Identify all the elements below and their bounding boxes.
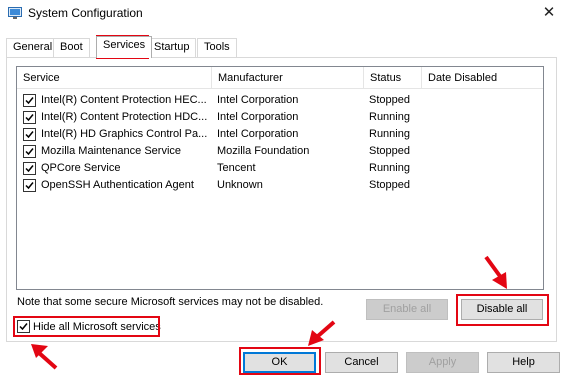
service-status: Running bbox=[369, 162, 410, 174]
service-name: Intel(R) HD Graphics Control Pa... bbox=[41, 128, 208, 140]
service-name: OpenSSH Authentication Agent bbox=[41, 179, 194, 191]
service-status: Running bbox=[369, 111, 410, 123]
service-manufacturer: Unknown bbox=[217, 179, 263, 191]
checkbox-checked-icon[interactable] bbox=[23, 162, 36, 175]
cancel-button[interactable]: Cancel bbox=[325, 352, 398, 373]
tab-services[interactable]: Services bbox=[96, 36, 153, 58]
checkbox-checked-icon[interactable] bbox=[23, 128, 36, 141]
ok-button[interactable]: OK bbox=[243, 352, 316, 373]
service-status: Stopped bbox=[369, 94, 410, 106]
service-name: Intel(R) Content Protection HEC... bbox=[41, 94, 207, 106]
checkbox-checked-icon[interactable] bbox=[23, 111, 36, 124]
table-row[interactable]: Mozilla Maintenance Service Mozilla Foun… bbox=[17, 143, 543, 160]
table-row[interactable]: Intel(R) HD Graphics Control Pa... Intel… bbox=[17, 126, 543, 143]
enable-all-button[interactable]: Enable all bbox=[366, 299, 448, 320]
tab-startup[interactable]: Startup bbox=[147, 38, 197, 57]
checkbox-checked-icon[interactable] bbox=[17, 320, 30, 333]
column-header-date-disabled[interactable]: Date Disabled bbox=[422, 67, 512, 89]
checkbox-checked-icon[interactable] bbox=[23, 179, 36, 192]
checkbox-checked-icon[interactable] bbox=[23, 145, 36, 158]
title-bar: System Configuration ✕ bbox=[0, 0, 563, 28]
table-row[interactable]: Intel(R) Content Protection HEC... Intel… bbox=[17, 92, 543, 109]
window-title: System Configuration bbox=[28, 6, 143, 20]
service-name: Intel(R) Content Protection HDC... bbox=[41, 111, 208, 123]
list-header: Service Manufacturer Status Date Disable… bbox=[17, 67, 543, 89]
system-configuration-icon bbox=[8, 7, 22, 19]
checkbox-checked-icon[interactable] bbox=[23, 94, 36, 107]
service-manufacturer: Mozilla Foundation bbox=[217, 145, 310, 157]
column-header-manufacturer[interactable]: Manufacturer bbox=[212, 67, 364, 89]
note-text: Note that some secure Microsoft services… bbox=[17, 296, 324, 308]
disable-all-button[interactable]: Disable all bbox=[461, 299, 543, 320]
service-name: QPCore Service bbox=[41, 162, 121, 174]
apply-button[interactable]: Apply bbox=[406, 352, 479, 373]
service-manufacturer: Intel Corporation bbox=[217, 128, 299, 140]
service-name: Mozilla Maintenance Service bbox=[41, 145, 182, 157]
red-arrow-icon bbox=[31, 344, 58, 370]
service-manufacturer: Intel Corporation bbox=[217, 94, 299, 106]
service-status: Stopped bbox=[369, 145, 410, 157]
table-row[interactable]: Intel(R) Content Protection HDC... Intel… bbox=[17, 109, 543, 126]
service-manufacturer: Intel Corporation bbox=[217, 111, 299, 123]
tab-tools[interactable]: Tools bbox=[197, 38, 237, 57]
help-button[interactable]: Help bbox=[487, 352, 560, 373]
hide-microsoft-services-label: Hide all Microsoft services bbox=[33, 321, 161, 333]
services-list[interactable]: Service Manufacturer Status Date Disable… bbox=[16, 66, 544, 290]
table-row[interactable]: QPCore Service Tencent Running bbox=[17, 160, 543, 177]
service-manufacturer: Tencent bbox=[217, 162, 256, 174]
service-status: Running bbox=[369, 128, 410, 140]
column-header-status[interactable]: Status bbox=[364, 67, 422, 89]
column-header-service[interactable]: Service bbox=[17, 67, 212, 89]
service-status: Stopped bbox=[369, 179, 410, 191]
table-row[interactable]: OpenSSH Authentication Agent Unknown Sto… bbox=[17, 177, 543, 194]
tab-general[interactable]: General bbox=[6, 38, 60, 57]
close-icon[interactable]: ✕ bbox=[536, 2, 562, 24]
tab-boot[interactable]: Boot bbox=[53, 38, 90, 57]
